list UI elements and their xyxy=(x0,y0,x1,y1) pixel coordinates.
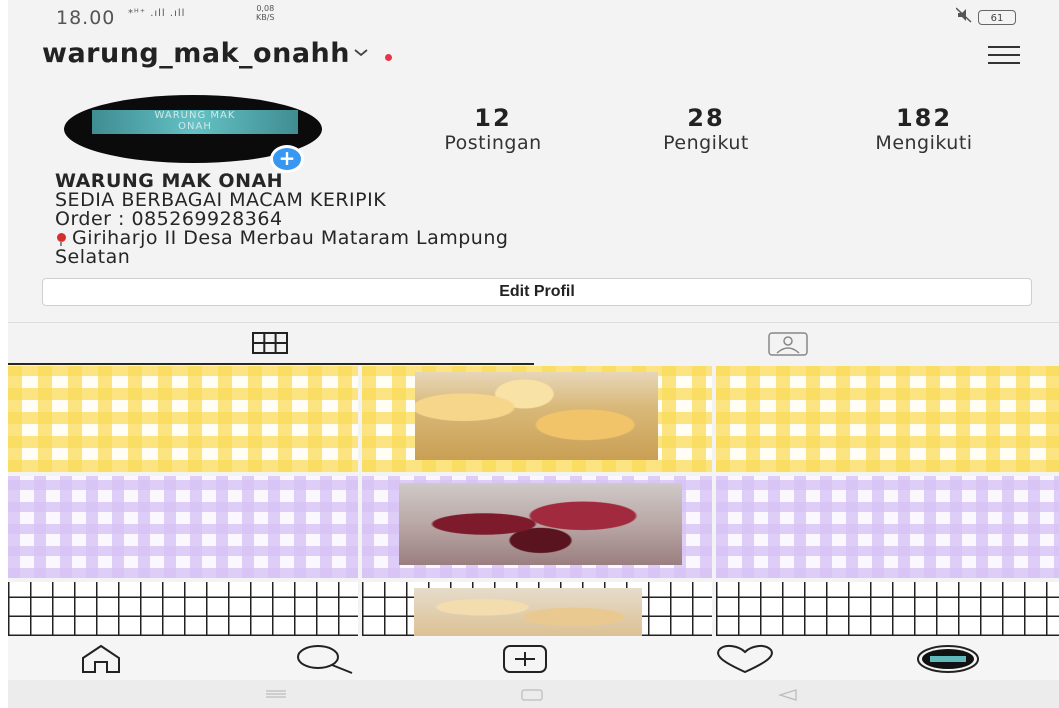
tab-grid[interactable] xyxy=(8,323,534,365)
stat-following[interactable]: 182 Mengikuti xyxy=(824,105,1024,155)
instagram-profile-screen: 18.00 *ᴴ⁺ .ıll .ıll 0,08 KB/S 61 warung_… xyxy=(8,0,1059,708)
profile-bio: WARUNG MAK ONAH SEDIA BERBAGAI MACAM KER… xyxy=(55,172,508,267)
post-thumbnail[interactable] xyxy=(716,366,1059,472)
tab-tagged[interactable] xyxy=(534,323,1059,363)
post-thumbnail[interactable] xyxy=(8,366,358,472)
post-thumbnail[interactable] xyxy=(362,582,712,636)
stat-posts-value: 12 xyxy=(474,104,512,132)
grid-icon xyxy=(252,332,288,354)
post-thumbnail[interactable] xyxy=(8,582,358,636)
edit-profile-button[interactable]: Edit Profil xyxy=(42,278,1032,306)
post-grid xyxy=(8,366,1059,636)
signal-icon: *ᴴ⁺ .ıll .ıll xyxy=(128,8,186,19)
stat-followers[interactable]: 28 Pengikut xyxy=(606,105,806,155)
profile-avatar-icon[interactable] xyxy=(916,644,980,674)
stat-posts-label: Postingan xyxy=(444,132,542,154)
chips-photo xyxy=(399,483,682,565)
post-thumbnail[interactable] xyxy=(362,366,712,472)
tagged-person-icon xyxy=(767,332,808,356)
bottom-nav xyxy=(8,636,1059,680)
notification-dot xyxy=(385,54,392,61)
network-speed: 0,08 KB/S xyxy=(256,4,275,22)
add-story-button[interactable]: + xyxy=(270,145,304,173)
bio-location-cont: Selatan xyxy=(55,246,131,268)
menu-icon[interactable] xyxy=(988,46,1020,70)
chips-photo xyxy=(415,372,658,460)
recent-apps-icon[interactable] xyxy=(264,688,288,700)
post-thumbnail[interactable] xyxy=(716,582,1059,636)
heart-icon[interactable] xyxy=(713,644,777,674)
mute-icon xyxy=(956,7,972,23)
status-time: 18.00 xyxy=(56,7,116,29)
post-thumbnail[interactable] xyxy=(716,476,1059,578)
stat-followers-value: 28 xyxy=(687,104,725,132)
chevron-down-icon[interactable] xyxy=(353,44,369,60)
avatar-logo-text: WARUNG MAK ONAH xyxy=(92,110,298,134)
home-icon[interactable] xyxy=(80,644,122,674)
stat-posts[interactable]: 12 Postingan xyxy=(393,105,593,155)
profile-username[interactable]: warung_mak_onahh xyxy=(42,38,350,69)
stat-followers-label: Pengikut xyxy=(663,132,749,154)
add-post-icon[interactable] xyxy=(502,644,548,674)
post-thumbnail[interactable] xyxy=(8,476,358,578)
status-bar: 18.00 *ᴴ⁺ .ıll .ıll 0,08 KB/S 61 xyxy=(8,0,1059,36)
system-nav-bar xyxy=(8,680,1059,708)
bio-location-text: Giriharjo II Desa Merbau Mataram Lampung xyxy=(72,227,509,249)
battery-indicator: 61 xyxy=(978,10,1016,25)
search-icon[interactable] xyxy=(292,644,356,674)
post-thumbnail[interactable] xyxy=(362,476,712,578)
stat-following-value: 182 xyxy=(895,104,953,132)
location-pin-icon xyxy=(57,233,66,246)
back-triangle-icon[interactable] xyxy=(776,688,800,702)
stat-following-label: Mengikuti xyxy=(875,132,973,154)
home-square-icon[interactable] xyxy=(520,688,544,702)
chips-photo xyxy=(414,588,642,636)
profile-tabs xyxy=(8,322,1059,365)
